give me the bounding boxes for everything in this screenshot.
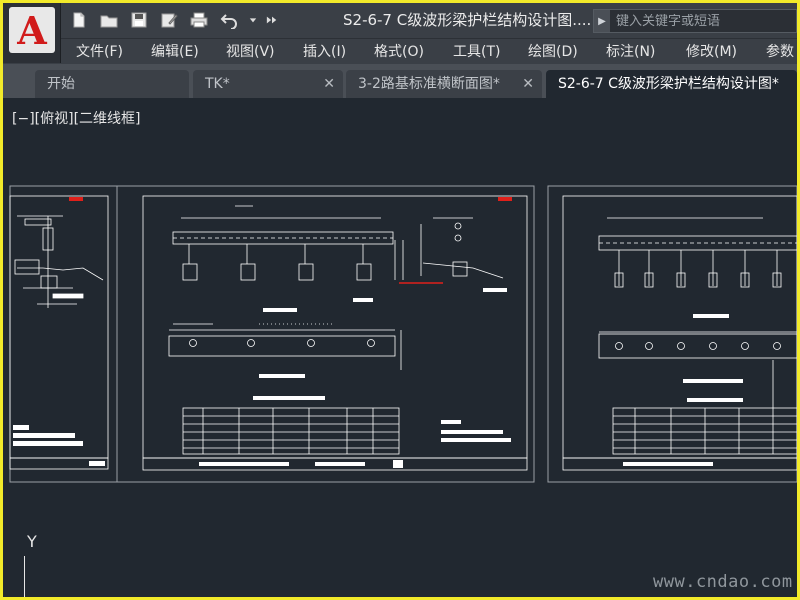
open-folder-icon[interactable] (97, 8, 121, 32)
menu-view[interactable]: 视图(V) (226, 39, 275, 65)
menu-edit[interactable]: 编辑(E) (151, 39, 199, 65)
menu-file[interactable]: 文件(F) (76, 39, 123, 65)
tab-label: 开始 (47, 76, 75, 92)
menu-tools[interactable]: 工具(T) (453, 39, 500, 65)
undo-icon[interactable] (217, 8, 241, 32)
tab-start[interactable]: 开始 (35, 70, 189, 98)
cad-drawing (9, 185, 797, 483)
save-icon[interactable] (127, 8, 151, 32)
drawing-viewport[interactable]: [−][俯视][二维线框] Y www.cndao.com (3, 98, 797, 597)
site-watermark: www.cndao.com (653, 572, 793, 592)
autocad-window: A S2-6-7 C级波形梁护栏结构设计图.... ▶ 键入关键字或短语 文件(… (3, 3, 797, 597)
print-icon[interactable] (187, 8, 211, 32)
menu-draw[interactable]: 绘图(D) (528, 39, 578, 65)
menu-parametric[interactable]: 参数 (766, 39, 794, 65)
ucs-y-axis-line (24, 556, 25, 597)
menu-dimension[interactable]: 标注(N) (606, 39, 655, 65)
tab-label: 3-2路基标准横断面图* (358, 76, 500, 92)
menu-bar: 文件(F) 编辑(E) 视图(V) 插入(I) 格式(O) 工具(T) 绘图(D… (3, 38, 797, 64)
tab-label: TK* (205, 76, 230, 92)
menu-insert[interactable]: 插入(I) (303, 39, 346, 65)
menu-modify[interactable]: 修改(M) (686, 39, 737, 65)
quick-access-toolbar (67, 8, 279, 32)
more-icon[interactable] (265, 8, 279, 32)
search-box[interactable]: ▶ (593, 9, 797, 33)
dropdown-icon[interactable] (247, 8, 259, 32)
ucs-y-axis-label: Y (27, 532, 37, 551)
search-input[interactable] (610, 13, 790, 29)
drawing-sheet-3 (562, 195, 797, 471)
tab-roadbed-section[interactable]: 3-2路基标准横断面图* ✕ (346, 70, 542, 98)
application-menu-button[interactable]: A (3, 3, 61, 63)
tab-guardrail-design[interactable]: S2-6-7 C级波形梁护栏结构设计图* (546, 70, 797, 98)
tab-label: S2-6-7 C级波形梁护栏结构设计图* (558, 76, 779, 92)
autocad-logo: A (9, 7, 55, 53)
menu-format[interactable]: 格式(O) (374, 39, 424, 65)
new-file-icon[interactable] (67, 8, 91, 32)
window-title: S2-6-7 C级波形梁护栏结构设计图.... (343, 11, 592, 29)
expand-arrow-icon[interactable]: ▶ (594, 10, 610, 32)
tab-tk[interactable]: TK* ✕ (193, 70, 343, 98)
save-as-icon[interactable] (157, 8, 181, 32)
drawing-sheet-2 (142, 195, 528, 471)
drawing-sheet-1 (9, 195, 109, 470)
close-icon[interactable]: ✕ (522, 70, 534, 98)
close-icon[interactable]: ✕ (323, 70, 335, 98)
title-bar: A S2-6-7 C级波形梁护栏结构设计图.... ▶ 键入关键字或短语 (3, 3, 797, 63)
file-tab-bar: 开始 TK* ✕ 3-2路基标准横断面图* ✕ S2-6-7 C级波形梁护栏结构… (3, 64, 797, 98)
